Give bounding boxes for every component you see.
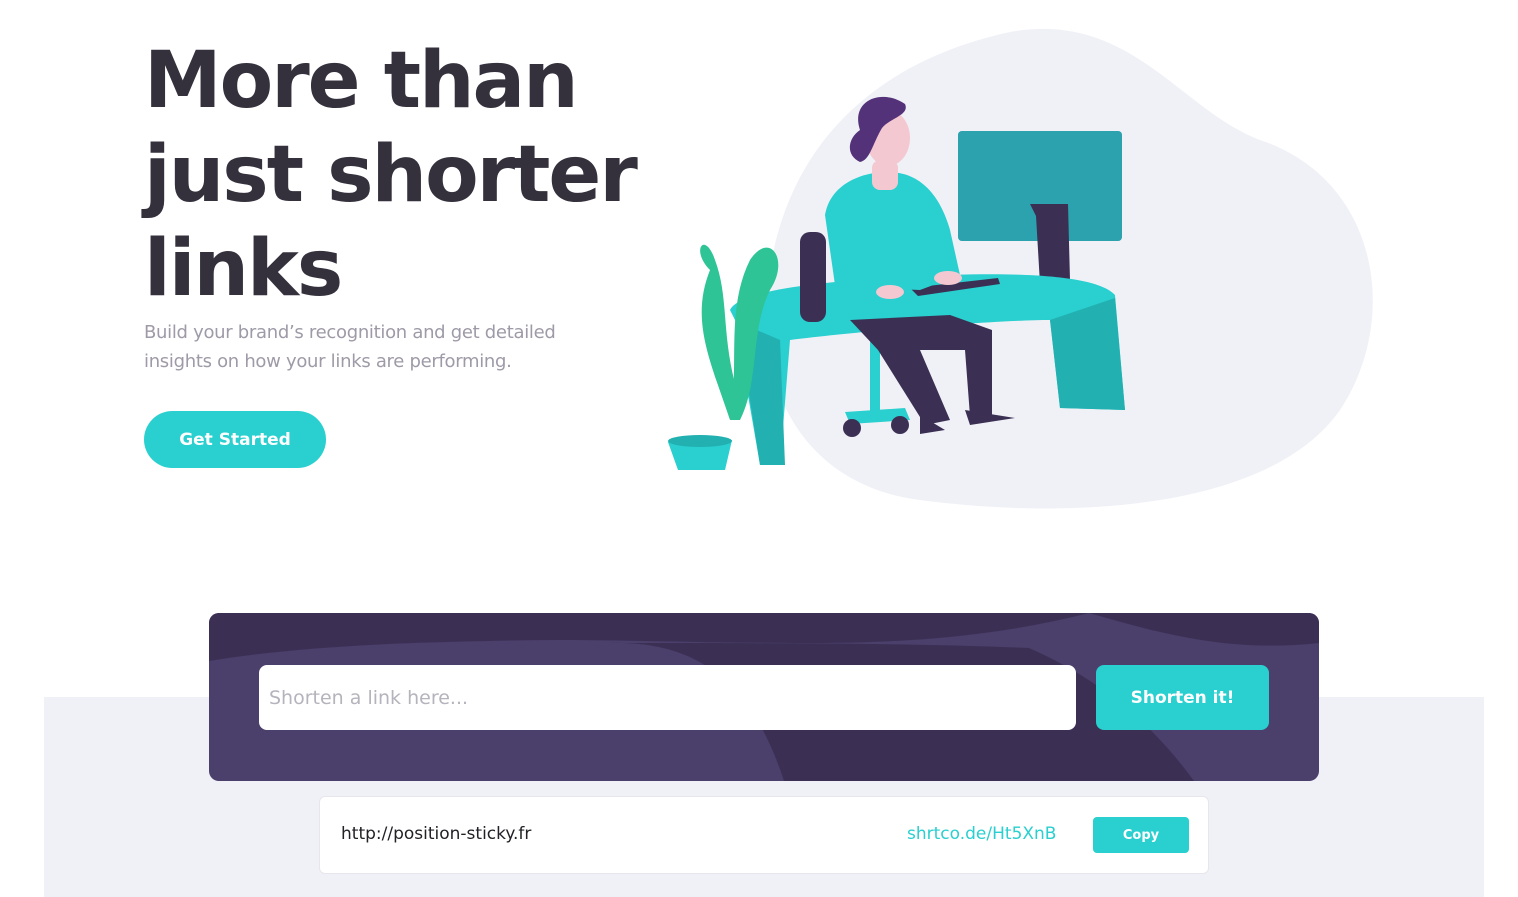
working-person-illustration — [668, 28, 1373, 509]
hero-title-line: links — [144, 224, 343, 314]
shorten-it-button[interactable]: Shorten it! — [1096, 665, 1269, 730]
hero-section: More than just shorter links Build your … — [0, 0, 1518, 560]
copy-button[interactable]: Copy — [1093, 817, 1189, 853]
short-url-link[interactable]: shrtco.de/Ht5XnB — [907, 824, 1056, 844]
get-started-button[interactable]: Get Started — [144, 411, 326, 468]
hero-title: More than just shorter links — [144, 34, 664, 316]
shorten-link-input[interactable] — [259, 665, 1076, 730]
result-row: http://position-sticky.fr shrtco.de/Ht5X… — [319, 796, 1209, 874]
hero-title-line: More than — [144, 36, 579, 126]
original-url: http://position-sticky.fr — [341, 824, 532, 844]
hero-title-line: just shorter — [144, 130, 638, 220]
hero-subtitle: Build your brand’s recognition and get d… — [144, 322, 556, 372]
shorten-form: Shorten it! — [209, 613, 1319, 781]
